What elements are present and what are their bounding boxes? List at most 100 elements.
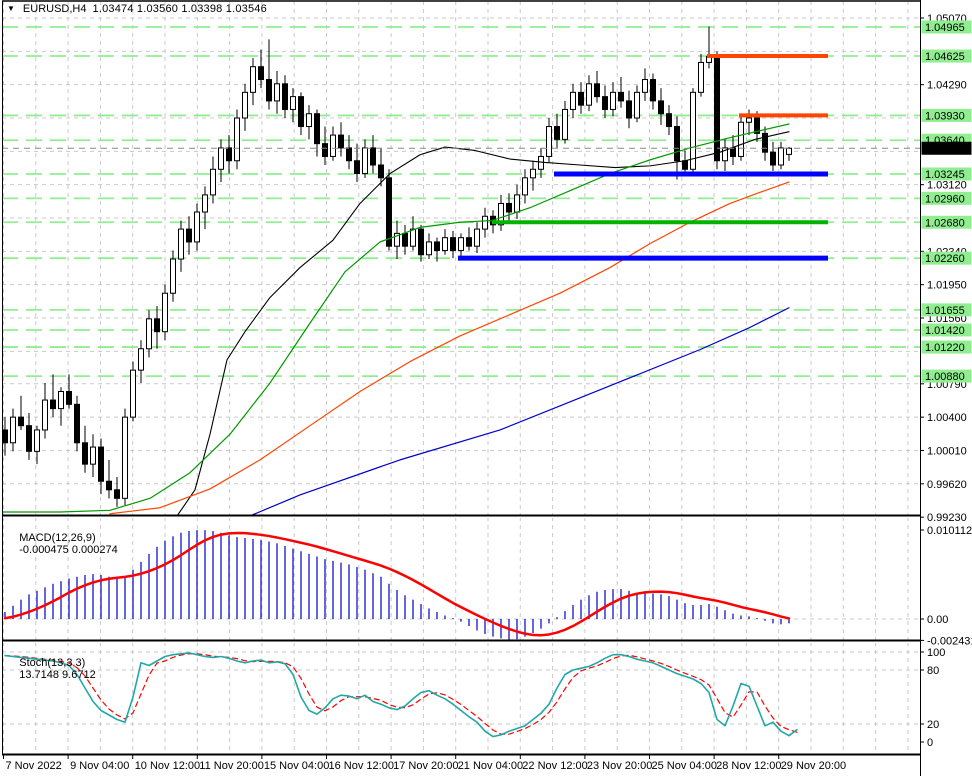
price-tick-label: 1.00010: [927, 445, 967, 457]
sr-price-label: 1.03245: [925, 169, 965, 181]
sr-price-label: 1.00880: [925, 371, 965, 383]
candle-body: [786, 147, 792, 155]
time-tick-label: 17 Nov 20:00: [393, 760, 458, 772]
candle-body: [690, 91, 696, 170]
candle-body: [178, 228, 184, 260]
stoch-axis-label: 100: [927, 647, 945, 659]
candle-body: [530, 168, 536, 179]
sr-price-label: 1.01220: [925, 342, 965, 354]
candle-body: [554, 126, 560, 140]
candle-body: [90, 446, 96, 465]
chart-title: ▼ EURUSD,H4 1.03474 1.03560 1.03398 1.03…: [7, 3, 267, 15]
candle-body: [522, 177, 528, 196]
candle-body: [610, 91, 616, 110]
time-tick-label: 21 Nov 04:00: [458, 760, 523, 772]
candle-body: [322, 143, 328, 157]
candle-body: [562, 108, 568, 140]
stoch-indicator-label: Stoch(13,3,3) 13.7148 9.6712: [7, 645, 95, 693]
candle-body: [42, 399, 48, 431]
candle-body: [346, 147, 352, 162]
candle-body: [162, 292, 168, 333]
candle-body: [234, 117, 240, 162]
price-tick-label: 0.99620: [927, 479, 967, 491]
candle-body: [546, 126, 552, 157]
candle-body: [642, 79, 648, 93]
time-tick-label: 23 Nov 20:00: [587, 760, 652, 772]
macd-signal-line: [3, 531, 791, 637]
ma-black: [177, 131, 790, 515]
price-tick-label: 0.99230: [927, 512, 967, 524]
candle-body: [410, 228, 416, 247]
price-tick-label: 1.01950: [927, 280, 967, 292]
candle-body: [354, 160, 360, 175]
stoch-pane-layer: [2, 643, 920, 753]
sr-price-label: 1.01655: [925, 305, 965, 317]
candle-body: [738, 121, 744, 157]
symbol-period-label: EURUSD,H4: [22, 3, 87, 15]
candle-body: [226, 147, 232, 162]
price-tick-label: 1.00400: [927, 412, 967, 424]
candle-body: [50, 399, 56, 410]
candle-body: [402, 232, 408, 247]
candle-body: [74, 403, 80, 444]
candle-body: [106, 480, 112, 491]
macd-axis-label: 0.00: [927, 614, 948, 626]
chart-canvas[interactable]: 1.050701.042901.031201.023401.019501.015…: [0, 0, 972, 776]
macd-indicator-label: MACD(12,26,9) -0.000475 0.000274: [7, 520, 117, 568]
candle-body: [666, 113, 672, 128]
candle-body: [18, 416, 24, 427]
candle-body: [338, 134, 344, 149]
candle-body: [330, 134, 336, 157]
stoch-name: Stoch(13,3,3): [19, 657, 86, 669]
candle-body: [146, 318, 152, 350]
sr-price-label: 1.04965: [925, 22, 965, 34]
candle-body: [602, 96, 608, 110]
macd-axis-label: -0.002431: [927, 635, 972, 647]
candle-body: [730, 147, 736, 157]
candle-body: [370, 147, 376, 166]
candle-body: [170, 258, 176, 294]
candle-body: [426, 241, 432, 256]
symbol-marker-icon[interactable]: ▼: [7, 5, 15, 13]
stoch-axis-label: 80: [927, 665, 939, 677]
stoch-axis-label: 20: [927, 719, 939, 731]
candle-body: [186, 228, 192, 243]
candle-body: [514, 194, 520, 213]
candle-body: [2, 429, 8, 444]
candle-body: [626, 100, 632, 119]
candle-body: [682, 160, 688, 170]
time-tick-label: 11 Nov 20:00: [199, 760, 264, 772]
candle-body: [466, 237, 472, 247]
time-tick-label: 29 Nov 20:00: [781, 760, 846, 772]
macd-axis-label: 0.010112: [927, 525, 972, 537]
candle-body: [362, 147, 368, 175]
candle-body: [378, 164, 384, 179]
sr-price-label: 1.03930: [925, 110, 965, 122]
candle-body: [10, 416, 16, 444]
candle-body: [442, 237, 448, 251]
candle-body: [506, 202, 512, 213]
candle-body: [194, 211, 200, 243]
candle-body: [538, 155, 544, 170]
candle-body: [258, 66, 264, 81]
candle-body: [130, 369, 136, 418]
candle-body: [282, 83, 288, 110]
candle-body: [746, 117, 752, 123]
candle-body: [26, 425, 32, 452]
candle-body: [114, 489, 120, 499]
candle-body: [594, 83, 600, 98]
time-tick-label: 10 Nov 12:00: [135, 760, 200, 772]
candle-body: [770, 151, 776, 166]
macd-pane-layer: [2, 518, 920, 640]
sr-price-label: 1.02260: [925, 253, 965, 265]
candle-body: [458, 237, 464, 251]
price-tick-label: 1.04290: [927, 80, 967, 92]
main-pane-layer: [2, 2, 920, 515]
time-tick-label: 22 Nov 12:00: [522, 760, 587, 772]
candle-body: [34, 429, 40, 452]
current-price-label: 1.03546: [925, 143, 965, 155]
candle-body: [658, 100, 664, 115]
stoch-axis-label: 0: [927, 737, 933, 749]
candle-body: [434, 241, 440, 251]
time-tick-label: 9 Nov 04:00: [70, 760, 129, 772]
